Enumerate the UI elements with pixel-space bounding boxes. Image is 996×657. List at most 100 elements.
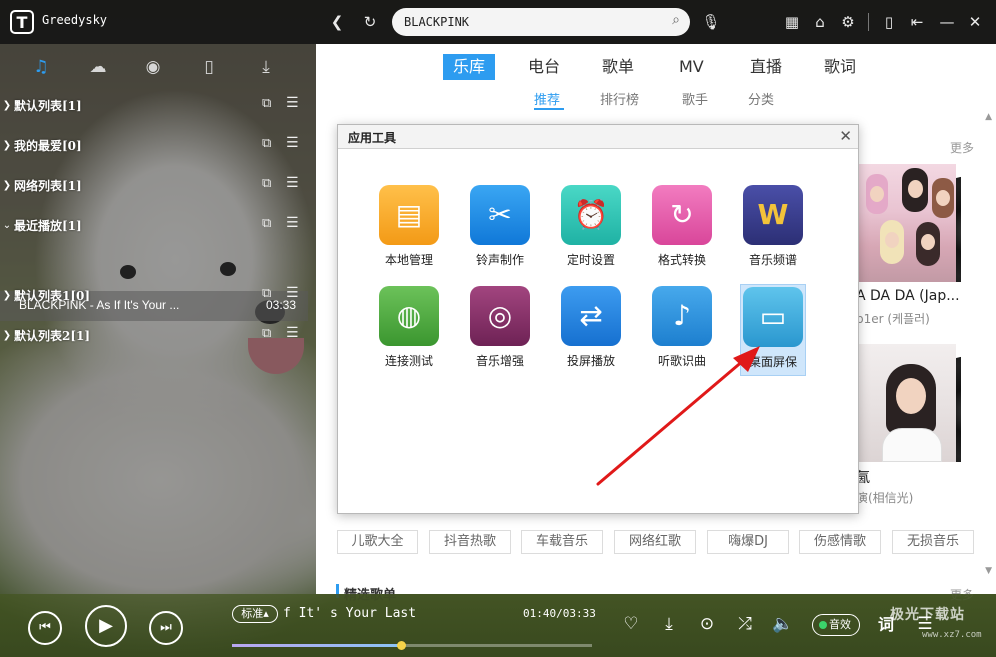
mini-mode-icon[interactable]: ▯ <box>877 10 901 34</box>
refresh-icon[interactable]: ↻ <box>358 10 382 34</box>
expand-arrow-icon[interactable]: ❯ <box>0 180 14 191</box>
tab-lyrics[interactable]: 歌词 <box>814 54 866 80</box>
tool-local-manage[interactable]: ▤ 本地管理 <box>369 183 449 275</box>
search-input[interactable] <box>404 12 654 32</box>
subtab-singers[interactable]: 歌手 <box>682 89 708 108</box>
playlist-label: 网络列表[1] <box>14 178 82 193</box>
album-title[interactable]: A DA DA (Jap... <box>856 288 960 304</box>
expand-arrow-icon[interactable]: ❯ <box>0 290 14 301</box>
download-icon[interactable]: ⤓ <box>253 54 279 80</box>
voice-search-icon[interactable]: 🎙 <box>699 10 723 34</box>
expand-arrow-icon[interactable]: ❯ <box>0 140 14 151</box>
settings-gear-icon[interactable]: ⚙ <box>836 10 860 34</box>
progress-bar[interactable] <box>232 641 592 650</box>
convert-icon: ↻ <box>652 185 712 245</box>
tag-button[interactable]: 车载音乐 <box>521 530 603 554</box>
close-icon[interactable]: ✕ <box>839 127 852 145</box>
scroll-up-icon[interactable]: ▲ <box>985 112 992 122</box>
collapse-arrow-icon[interactable]: ⌄ <box>0 220 14 231</box>
next-button[interactable]: ⏭ <box>149 611 183 645</box>
menu-icon[interactable]: ☰ <box>286 135 299 151</box>
tool-cast[interactable]: ⇄ 投屏播放 <box>551 284 631 376</box>
tag-button[interactable]: 抖音热歌 <box>429 530 511 554</box>
tag-button[interactable]: 网络红歌 <box>614 530 696 554</box>
subtab-categories[interactable]: 分类 <box>748 89 774 108</box>
playlist-row[interactable]: ❯ 网络列表[1] ⧉ ☰ <box>0 172 316 198</box>
tool-spectrum[interactable]: W 音乐频谱 <box>733 183 813 275</box>
tag-button[interactable]: 儿歌大全 <box>337 530 418 554</box>
tool-screensaver[interactable]: ▭ 桌面屏保 <box>740 284 806 376</box>
cloud-icon[interactable]: ☁ <box>85 54 111 80</box>
globe-icon: ◍ <box>379 286 439 346</box>
scroll-down-icon[interactable]: ▼ <box>985 566 992 576</box>
tool-connection-test[interactable]: ◍ 连接测试 <box>369 284 449 376</box>
search-icon[interactable]: ⌕ <box>672 12 680 28</box>
status-dot <box>819 621 827 629</box>
more-options-icon[interactable]: ⊙ <box>696 614 718 634</box>
album-artist[interactable]: 演(相信光) <box>856 489 913 506</box>
grid-apps-icon[interactable]: ▦ <box>780 10 804 34</box>
album-card[interactable] <box>856 164 961 282</box>
heart-icon[interactable]: ♡ <box>620 614 642 634</box>
tool-ringtone[interactable]: ✂ 铃声制作 <box>460 183 540 275</box>
quality-selector[interactable]: 标准▴ <box>232 605 278 623</box>
tool-label: 投屏播放 <box>566 354 615 368</box>
more-link[interactable]: 更多 <box>950 139 974 156</box>
progress-knob[interactable] <box>397 641 407 650</box>
playlist-row[interactable]: ❯ 默认列表2[1] ⧉ ☰ <box>0 322 316 348</box>
tab-live[interactable]: 直播 <box>740 54 792 80</box>
share-icon[interactable]: ⧉ <box>262 286 271 301</box>
tab-library[interactable]: 乐库 <box>443 54 496 80</box>
tag-button[interactable]: 无损音乐 <box>892 530 974 554</box>
expand-arrow-icon[interactable]: ❯ <box>0 100 14 111</box>
share-icon[interactable]: ⧉ <box>262 216 271 231</box>
shuffle-icon[interactable]: ⤮ <box>734 614 756 634</box>
tab-playlists[interactable]: 歌单 <box>592 54 644 80</box>
album-artist[interactable]: p1er (케플러) <box>856 310 930 327</box>
menu-icon[interactable]: ☰ <box>286 285 299 301</box>
album-card[interactable] <box>856 344 961 462</box>
menu-icon[interactable]: ☰ <box>286 215 299 231</box>
volume-icon[interactable]: 🔈 <box>772 614 794 634</box>
tool-label: 本地管理 <box>384 253 433 267</box>
play-button[interactable]: ▶ <box>85 605 127 647</box>
previous-button[interactable]: ⏮ <box>28 611 62 645</box>
microphone-icon: ♪ <box>652 286 712 346</box>
tool-sound-enhance[interactable]: ◎ 音乐增强 <box>460 284 540 376</box>
share-icon[interactable]: ⧉ <box>262 136 271 151</box>
playlist-row[interactable]: ❯ 我的最爱[0] ⧉ ☰ <box>0 132 316 158</box>
download-icon[interactable]: ⤓ <box>658 614 680 634</box>
share-icon[interactable]: ⧉ <box>262 96 271 111</box>
subtab-recommend[interactable]: 推荐 <box>534 89 560 108</box>
tool-format-convert[interactable]: ↻ 格式转换 <box>642 183 722 275</box>
tab-radio[interactable]: 电台 <box>518 54 570 80</box>
playlist-row[interactable]: ❯ 默认列表[1] ⧉ ☰ <box>0 92 316 118</box>
share-icon[interactable]: ⧉ <box>262 176 271 191</box>
expand-arrow-icon[interactable]: ❯ <box>0 330 14 341</box>
tab-mv[interactable]: MV <box>669 54 714 80</box>
music-note-icon[interactable]: ♫ <box>28 54 54 80</box>
minimize-icon[interactable]: — <box>935 10 959 34</box>
menu-icon[interactable]: ☰ <box>286 325 299 341</box>
tool-label: 音乐增强 <box>475 354 524 368</box>
phone-icon[interactable]: ▯ <box>196 54 222 80</box>
collapse-icon[interactable]: ⇤ <box>905 10 929 34</box>
radio-icon[interactable]: ◉ <box>140 54 166 80</box>
tag-button[interactable]: 伤感情歌 <box>799 530 881 554</box>
menu-icon[interactable]: ☰ <box>286 175 299 191</box>
back-arrow-icon[interactable]: ❮ <box>325 10 349 34</box>
tool-song-recognition[interactable]: ♪ 听歌识曲 <box>642 284 722 376</box>
playlist-row[interactable]: ⌄ 最近播放[1] ⧉ ☰ <box>0 212 316 238</box>
menu-icon[interactable]: ☰ <box>286 95 299 111</box>
tag-button[interactable]: 嗨爆DJ <box>707 530 789 554</box>
skin-shirt-icon[interactable]: ⌂ <box>808 10 832 34</box>
tool-label: 铃声制作 <box>475 253 524 267</box>
share-icon[interactable]: ⧉ <box>262 326 271 341</box>
playlist-label: 默认列表1[0] <box>14 288 91 303</box>
sound-effect-toggle[interactable]: 音效 <box>812 614 860 636</box>
subtab-charts[interactable]: 排行榜 <box>600 89 639 108</box>
close-icon[interactable]: ✕ <box>963 10 987 34</box>
playlist-row[interactable]: ❯ 默认列表1[0] ⧉ ☰ <box>0 282 316 308</box>
tool-timer[interactable]: ⏰ 定时设置 <box>551 183 631 275</box>
dialog-header: 应用工具 ✕ <box>338 125 858 149</box>
